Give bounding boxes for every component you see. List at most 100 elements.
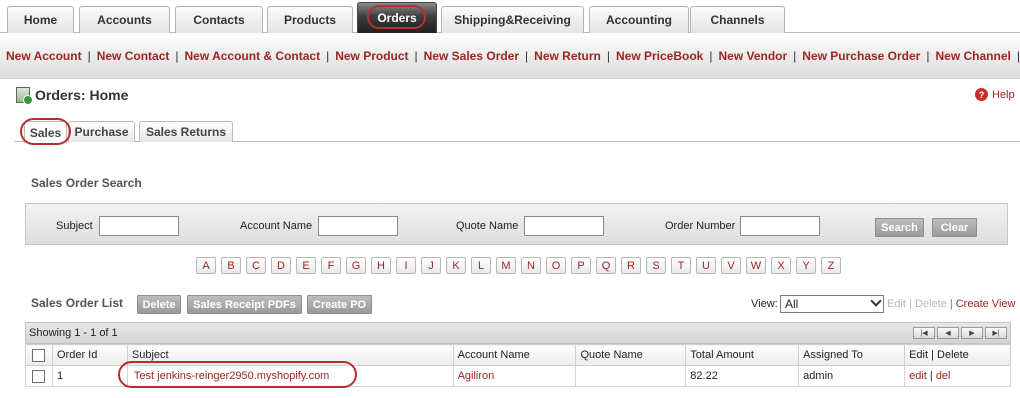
alpha-filter-v[interactable]: V: [721, 257, 741, 274]
alpha-filter-i[interactable]: I: [396, 257, 416, 274]
view-links-separator: |: [909, 298, 912, 310]
alpha-filter-g[interactable]: G: [346, 257, 366, 274]
alpha-filter-l[interactable]: L: [471, 257, 491, 274]
sales-receipt-pdfs-button[interactable]: Sales Receipt PDFs: [187, 295, 302, 314]
alpha-filter-q[interactable]: Q: [596, 257, 616, 274]
quote-name-input[interactable]: [524, 216, 604, 236]
table-header-row: Order Id Subject Account Name Quote Name…: [25, 344, 1011, 366]
col-quote-name[interactable]: Quote Name: [575, 344, 687, 366]
search-panel: Subject Account Name Quote Name Order Nu…: [25, 203, 1008, 245]
edit-link[interactable]: edit: [909, 370, 927, 382]
col-assigned-to[interactable]: Assigned To: [798, 344, 906, 366]
account-name-input[interactable]: [318, 216, 398, 236]
alpha-filter-u[interactable]: U: [696, 257, 716, 274]
sales-order-table: Showing 1 - 1 of 1 |◀ ◀ ▶ ▶| Order Id Su…: [25, 322, 1011, 387]
subject-input[interactable]: [99, 216, 179, 236]
create-po-button[interactable]: Create PO: [307, 295, 372, 314]
clear-button[interactable]: Clear: [932, 218, 977, 237]
quote-name-label: Quote Name: [456, 220, 519, 232]
search-button[interactable]: Search: [875, 218, 924, 237]
alpha-filter-n[interactable]: N: [521, 257, 541, 274]
quick-link-new-account[interactable]: New Account: [6, 49, 82, 63]
alphabet-filter: ABCDEFGHIJKLMNOPQRSTUVWXYZ: [196, 257, 841, 274]
alpha-filter-a[interactable]: A: [196, 257, 216, 274]
subject-label: Subject: [56, 220, 93, 232]
search-section-title: Sales Order Search: [31, 176, 142, 190]
tab-accounts[interactable]: Accounts: [79, 6, 170, 33]
quick-link-separator: |: [175, 49, 179, 63]
subtab-purchase[interactable]: Purchase: [68, 121, 135, 142]
del-link[interactable]: del: [936, 370, 951, 382]
row-select-cell: [25, 365, 53, 387]
quick-link-new-sales-order[interactable]: New Sales Order: [424, 49, 519, 63]
quick-link-new-return[interactable]: New Return: [534, 49, 601, 63]
alpha-filter-m[interactable]: M: [496, 257, 516, 274]
quick-link-new-product[interactable]: New Product: [335, 49, 408, 63]
alpha-filter-x[interactable]: X: [771, 257, 791, 274]
cell-subject: Test jenkins-reinger2950.myshopify.com: [126, 365, 454, 387]
view-label: View:: [751, 298, 778, 310]
alpha-filter-w[interactable]: W: [746, 257, 766, 274]
quick-link-new-pricebook[interactable]: New PriceBook: [616, 49, 703, 63]
table-row: 1 Test jenkins-reinger2950.myshopify.com…: [25, 365, 1011, 387]
quick-link-new-purchase-order[interactable]: New Purchase Order: [802, 49, 920, 63]
col-total-amount[interactable]: Total Amount: [685, 344, 800, 366]
tab-accounting[interactable]: Accounting: [589, 6, 689, 33]
orders-table: Order Id Subject Account Name Quote Name…: [25, 344, 1011, 387]
alpha-filter-j[interactable]: J: [421, 257, 441, 274]
col-account-name[interactable]: Account Name: [452, 344, 577, 366]
help-icon: ?: [975, 88, 988, 101]
next-page-icon[interactable]: ▶: [961, 327, 983, 339]
tab-shipping-receiving[interactable]: Shipping&Receiving: [441, 6, 584, 33]
alpha-filter-d[interactable]: D: [271, 257, 291, 274]
account-link[interactable]: Agiliron: [458, 370, 495, 382]
first-page-icon[interactable]: |◀: [913, 327, 935, 339]
main-nav: Home Accounts Contacts Products Orders S…: [0, 0, 1020, 33]
quick-link-new-account-contact[interactable]: New Account & Contact: [185, 49, 321, 63]
cell-quote-name: [575, 365, 687, 387]
row-checkbox[interactable]: [32, 369, 46, 383]
alpha-filter-y[interactable]: Y: [796, 257, 816, 274]
view-select-value: All: [785, 297, 799, 311]
last-page-icon[interactable]: ▶|: [985, 327, 1007, 339]
prev-page-icon[interactable]: ◀: [937, 327, 959, 339]
order-number-input[interactable]: [740, 216, 820, 236]
tab-contacts[interactable]: Contacts: [175, 6, 263, 33]
alpha-filter-b[interactable]: B: [221, 257, 241, 274]
tab-channels[interactable]: Channels: [690, 6, 785, 33]
alpha-filter-z[interactable]: Z: [821, 257, 841, 274]
alpha-filter-f[interactable]: F: [321, 257, 341, 274]
alpha-filter-e[interactable]: E: [296, 257, 316, 274]
delete-view-link[interactable]: Delete: [915, 298, 947, 310]
select-all-checkbox[interactable]: [32, 348, 46, 362]
tab-home[interactable]: Home: [7, 6, 74, 33]
alpha-filter-p[interactable]: P: [571, 257, 591, 274]
delete-button[interactable]: Delete: [137, 295, 181, 314]
create-view-link[interactable]: Create View: [956, 298, 1016, 310]
view-links: Edit | Delete | Create View: [887, 298, 1015, 310]
help-link[interactable]: ? Help: [975, 88, 1015, 101]
col-subject[interactable]: Subject: [126, 344, 454, 366]
subject-link[interactable]: Test jenkins-reinger2950.myshopify.com: [134, 370, 329, 382]
col-order-id[interactable]: Order Id: [51, 344, 128, 366]
orders-page-icon: [16, 87, 33, 105]
subtab-sales-returns[interactable]: Sales Returns: [139, 121, 233, 142]
alpha-filter-s[interactable]: S: [646, 257, 666, 274]
edit-view-link[interactable]: Edit: [887, 298, 906, 310]
quick-link-new-vendor[interactable]: New Vendor: [718, 49, 787, 63]
tab-products[interactable]: Products: [267, 6, 353, 33]
alpha-filter-r[interactable]: R: [621, 257, 641, 274]
alpha-filter-k[interactable]: K: [446, 257, 466, 274]
quick-link-new-contact[interactable]: New Contact: [97, 49, 170, 63]
cell-assigned-to: admin: [798, 365, 906, 387]
quick-link-new-channel[interactable]: New Channel: [935, 49, 1010, 63]
record-count: Showing 1 - 1 of 1: [29, 327, 118, 339]
col-edit-delete: Edit | Delete: [904, 344, 1011, 366]
view-select[interactable]: All: [780, 295, 884, 313]
alpha-filter-c[interactable]: C: [246, 257, 266, 274]
alpha-filter-t[interactable]: T: [671, 257, 691, 274]
sales-subtab-highlight-circle: [20, 118, 71, 145]
alpha-filter-h[interactable]: H: [371, 257, 391, 274]
alpha-filter-o[interactable]: O: [546, 257, 566, 274]
cell-total-amount: 82.22: [685, 365, 800, 387]
